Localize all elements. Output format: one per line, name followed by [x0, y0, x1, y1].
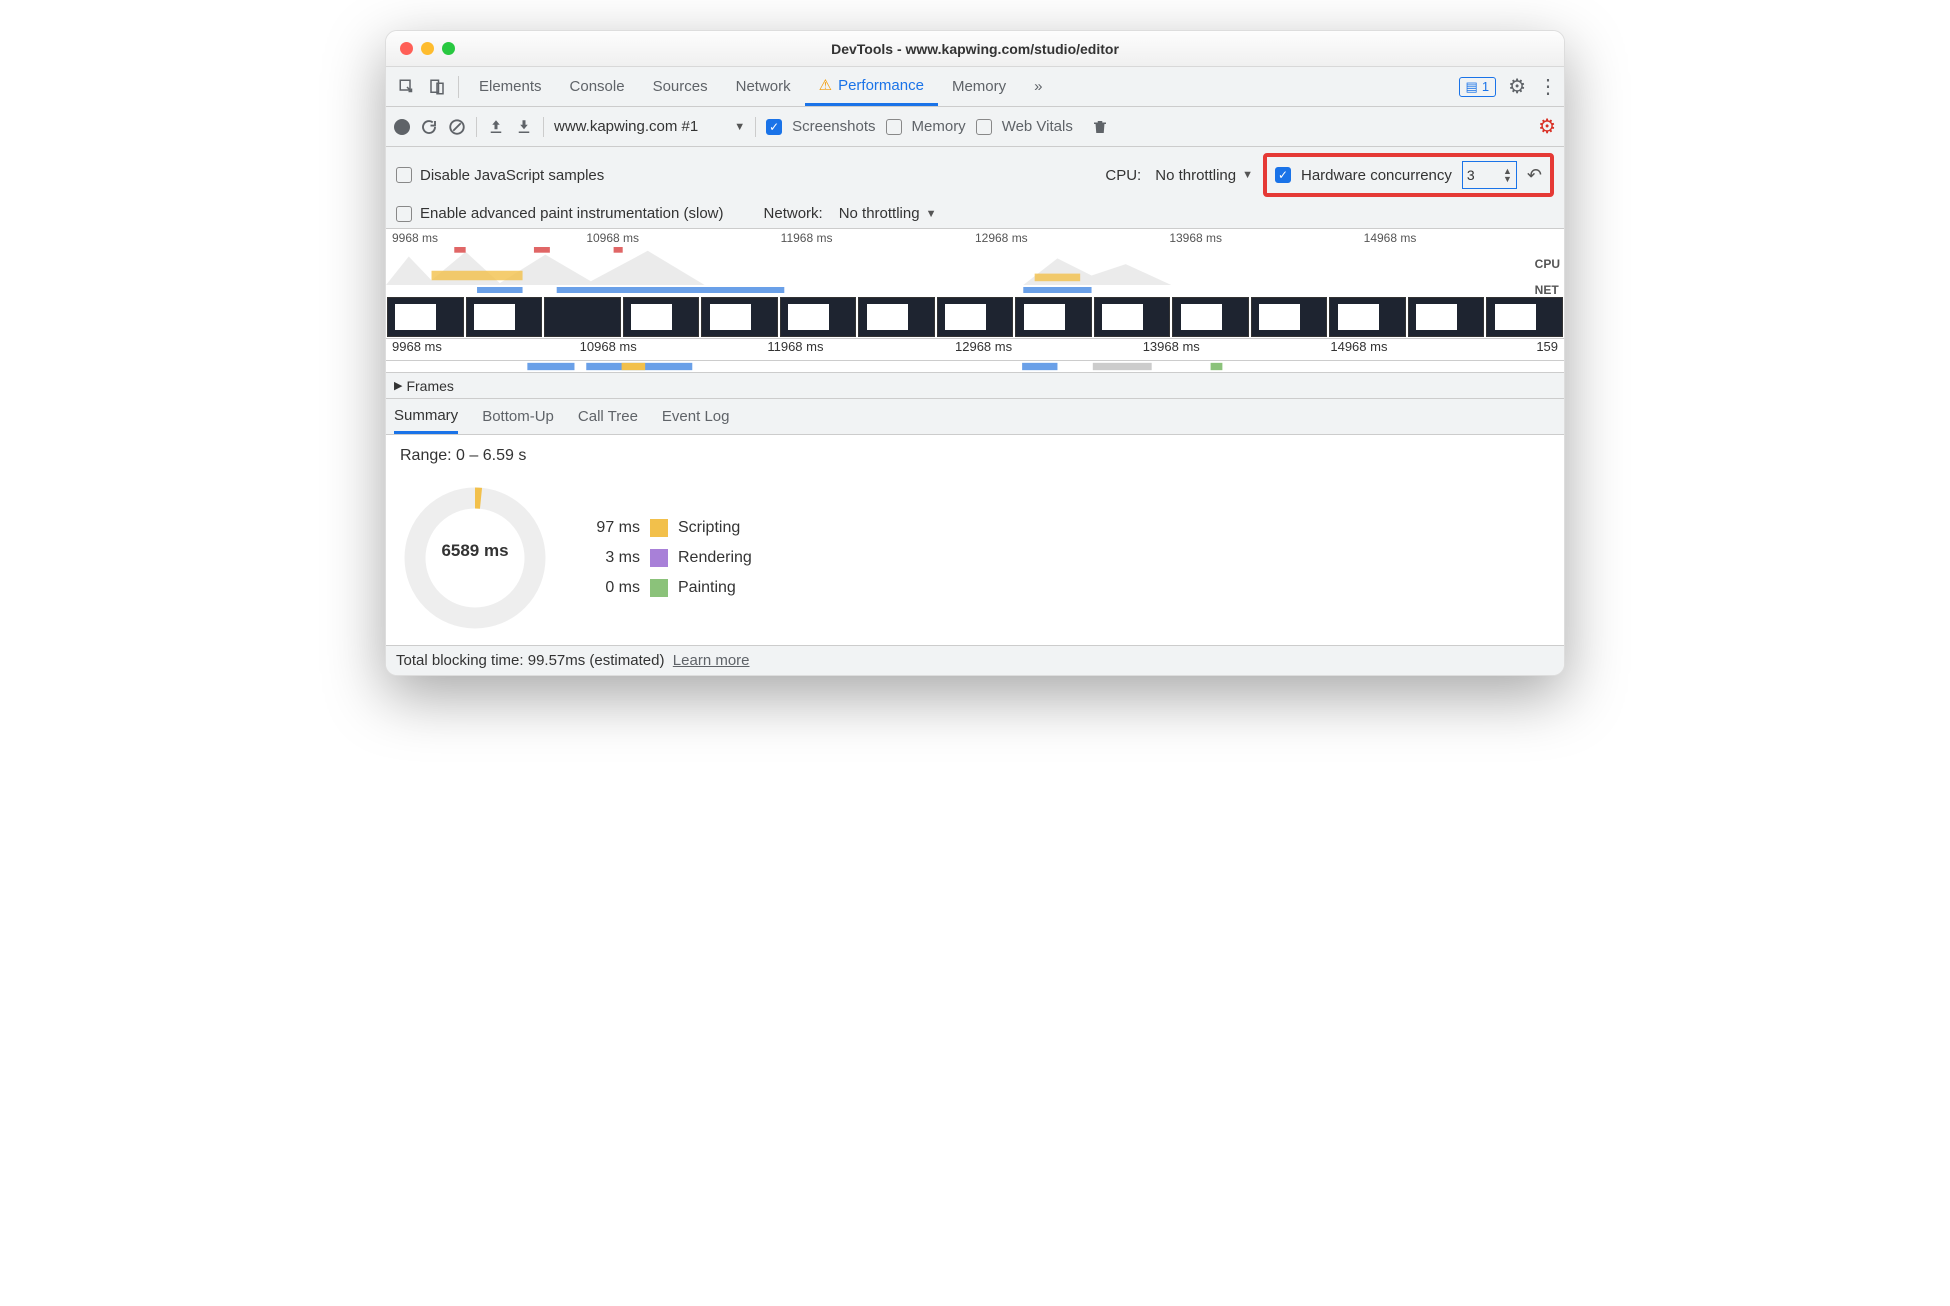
tab-elements[interactable]: Elements [465, 67, 556, 106]
enable-paint-option[interactable]: Enable advanced paint instrumentation (s… [396, 205, 724, 222]
summary-donut-chart: 6589 ms [400, 483, 550, 633]
recording-selector[interactable]: www.kapwing.com #1 ▼ [554, 118, 745, 135]
messages-badge[interactable]: ▤ 1 [1459, 77, 1497, 97]
tab-performance[interactable]: ⚠ Performance [805, 67, 938, 106]
tab-memory[interactable]: Memory [938, 67, 1020, 106]
chevron-double-right-icon: » [1034, 78, 1042, 95]
filmstrip-frame[interactable] [1094, 297, 1171, 337]
hardware-concurrency-highlight: ✓ Hardware concurrency 3 ▲▼ ↶ [1263, 153, 1554, 197]
swatch-scripting [650, 519, 668, 537]
total-blocking-time: Total blocking time: 99.57ms (estimated) [396, 652, 664, 669]
filmstrip-frame[interactable] [1251, 297, 1328, 337]
frames-track-header[interactable]: ▶ Frames [386, 373, 1564, 399]
network-label: Network: [764, 205, 823, 222]
filmstrip-frame[interactable] [1015, 297, 1092, 337]
separator [458, 76, 459, 98]
timeline-overview[interactable]: 9968 ms10968 ms11968 ms12968 ms13968 ms1… [386, 229, 1564, 339]
filmstrip-frame[interactable] [623, 297, 700, 337]
filmstrip-frame[interactable] [387, 297, 464, 337]
subtab-summary[interactable]: Summary [394, 399, 458, 434]
capture-settings-panel: Disable JavaScript samples CPU: No throt… [386, 147, 1564, 229]
filmstrip-frame[interactable] [1486, 297, 1563, 337]
webvitals-label: Web Vitals [1002, 118, 1073, 135]
titlebar: DevTools - www.kapwing.com/studio/editor [386, 31, 1564, 67]
performance-toolbar: www.kapwing.com #1 ▼ ✓ Screenshots Memor… [386, 107, 1564, 147]
summary-total: 6589 ms [400, 541, 550, 561]
screenshots-label: Screenshots [792, 118, 875, 135]
device-toggle-icon[interactable] [422, 72, 452, 102]
subtab-call-tree[interactable]: Call Tree [578, 399, 638, 434]
overview-track-labels: CPU NET [1535, 257, 1560, 297]
legend-row-scripting: 97 ms Scripting [580, 519, 752, 537]
clear-button[interactable] [448, 118, 466, 136]
kebab-menu-icon[interactable]: ⋮ [1538, 74, 1558, 99]
tab-overflow[interactable]: » [1020, 67, 1056, 106]
filmstrip-frame[interactable] [1408, 297, 1485, 337]
tab-console[interactable]: Console [556, 67, 639, 106]
settings-icon[interactable]: ⚙ [1508, 74, 1526, 99]
memory-checkbox[interactable] [886, 119, 902, 135]
filmstrip-frame[interactable] [780, 297, 857, 337]
flamechart-ruler[interactable]: 9968 ms10968 ms11968 ms12968 ms13968 ms1… [386, 339, 1564, 361]
expand-triangle-icon[interactable]: ▶ [394, 379, 402, 392]
overview-ticks: 9968 ms10968 ms11968 ms12968 ms13968 ms1… [386, 229, 1564, 247]
window-title: DevTools - www.kapwing.com/studio/editor [386, 41, 1564, 57]
hw-concurrency-input[interactable]: 3 ▲▼ [1462, 161, 1517, 189]
disable-js-checkbox[interactable] [396, 167, 412, 183]
chevron-down-icon: ▼ [926, 208, 937, 220]
cpu-throttle-select[interactable]: No throttling ▼ [1155, 167, 1253, 184]
summary-range: Range: 0 – 6.59 s [400, 447, 1550, 465]
save-profile-button[interactable] [515, 118, 533, 136]
cpu-label: CPU: [1105, 167, 1141, 184]
reload-button[interactable] [420, 118, 438, 136]
hw-concurrency-checkbox[interactable]: ✓ [1275, 167, 1291, 183]
main-tabbar: Elements Console Sources Network ⚠ Perfo… [386, 67, 1564, 107]
filmstrip-frame[interactable] [544, 297, 621, 337]
filmstrip-frame[interactable] [701, 297, 778, 337]
stepper-icon[interactable]: ▲▼ [1503, 167, 1512, 183]
delete-icon[interactable] [1091, 118, 1109, 136]
subtab-bottom-up[interactable]: Bottom-Up [482, 399, 554, 434]
panel-tabs: Elements Console Sources Network ⚠ Perfo… [465, 67, 1056, 106]
devtools-window: DevTools - www.kapwing.com/studio/editor… [385, 30, 1565, 676]
flamechart-strip[interactable] [386, 361, 1564, 373]
net-overview-strip [386, 287, 1524, 293]
network-throttle-select[interactable]: No throttling ▼ [839, 205, 937, 222]
summary-panel: Range: 0 – 6.59 s 6589 ms 97 ms Scriptin… [386, 435, 1564, 645]
capture-settings-icon[interactable]: ⚙ [1538, 114, 1556, 139]
record-button[interactable] [394, 119, 410, 135]
summary-legend: 97 ms Scripting 3 ms Rendering 0 ms Pain… [580, 519, 752, 597]
filmstrip-frame[interactable] [1172, 297, 1249, 337]
filmstrip-frame[interactable] [466, 297, 543, 337]
filmstrip-frame[interactable] [937, 297, 1014, 337]
load-profile-button[interactable] [487, 118, 505, 136]
cpu-overview-graph [386, 247, 1524, 285]
webvitals-checkbox[interactable] [976, 119, 992, 135]
details-tabs: Summary Bottom-Up Call Tree Event Log [386, 399, 1564, 435]
chevron-down-icon: ▼ [1242, 169, 1253, 181]
undo-icon[interactable]: ↶ [1527, 165, 1542, 186]
screenshots-filmstrip[interactable] [386, 296, 1564, 338]
filmstrip-frame[interactable] [858, 297, 935, 337]
screenshots-checkbox[interactable]: ✓ [766, 119, 782, 135]
legend-row-painting: 0 ms Painting [580, 579, 752, 597]
hw-concurrency-label: Hardware concurrency [1301, 167, 1452, 184]
enable-paint-checkbox[interactable] [396, 206, 412, 222]
tab-network[interactable]: Network [722, 67, 805, 106]
filmstrip-frame[interactable] [1329, 297, 1406, 337]
learn-more-link[interactable]: Learn more [673, 652, 750, 669]
subtab-event-log[interactable]: Event Log [662, 399, 730, 434]
disable-js-samples-option[interactable]: Disable JavaScript samples [396, 167, 604, 184]
inspect-element-icon[interactable] [392, 72, 422, 102]
swatch-rendering [650, 549, 668, 567]
tab-sources[interactable]: Sources [639, 67, 722, 106]
chat-icon: ▤ [1466, 79, 1478, 95]
legend-row-rendering: 3 ms Rendering [580, 549, 752, 567]
summary-footer: Total blocking time: 99.57ms (estimated)… [386, 645, 1564, 675]
chevron-down-icon: ▼ [734, 121, 745, 133]
warning-icon: ⚠ [819, 76, 832, 94]
swatch-painting [650, 579, 668, 597]
memory-label: Memory [912, 118, 966, 135]
